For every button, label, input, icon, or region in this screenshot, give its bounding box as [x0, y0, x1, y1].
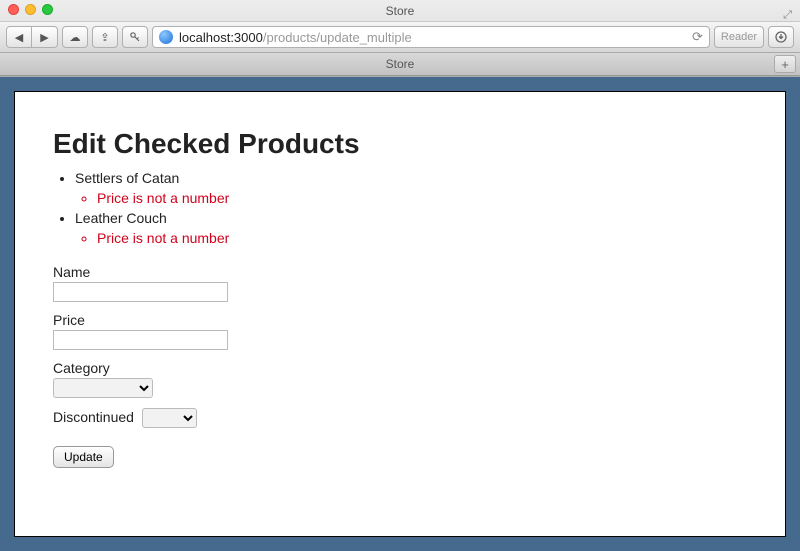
close-window-button[interactable]	[8, 4, 19, 15]
window-title: Store	[386, 4, 415, 18]
forward-button[interactable]: ▶	[32, 26, 58, 48]
back-button[interactable]: ◀	[6, 26, 32, 48]
zoom-window-button[interactable]	[42, 4, 53, 15]
url-port: :3000	[230, 30, 263, 45]
reader-button[interactable]: Reader	[714, 26, 764, 48]
downloads-button[interactable]	[768, 26, 794, 48]
share-button[interactable]: ⇪	[92, 26, 118, 48]
category-select[interactable]	[53, 378, 153, 398]
error-message: Price is not a number	[97, 190, 747, 206]
icloud-button[interactable]: ☁︎	[62, 26, 88, 48]
reload-button[interactable]: ⟳	[692, 29, 703, 45]
key-icon	[130, 32, 140, 42]
error-item: Leather Couch Price is not a number	[75, 210, 747, 246]
url-host: localhost	[179, 30, 230, 45]
error-product-name: Leather Couch	[75, 210, 167, 226]
traffic-lights	[8, 4, 53, 15]
name-field: Name	[53, 264, 747, 302]
error-product-name: Settlers of Catan	[75, 170, 179, 186]
lock-button[interactable]	[122, 26, 148, 48]
page-content: Edit Checked Products Settlers of Catan …	[14, 91, 786, 537]
discontinued-label: Discontinued	[53, 409, 134, 425]
site-icon	[159, 30, 173, 44]
discontinued-field: Discontinued	[53, 408, 747, 428]
update-button[interactable]: Update	[53, 446, 114, 468]
window-titlebar: Store ⤢	[0, 0, 800, 22]
price-input[interactable]	[53, 330, 228, 350]
page-heading: Edit Checked Products	[53, 128, 747, 160]
error-item: Settlers of Catan Price is not a number	[75, 170, 747, 206]
error-list: Settlers of Catan Price is not a number …	[53, 170, 747, 246]
browser-tabbar: Store +	[0, 52, 800, 76]
discontinued-select[interactable]	[142, 408, 197, 428]
price-label: Price	[53, 312, 747, 328]
url-path: /products/update_multiple	[263, 30, 412, 45]
category-label: Category	[53, 360, 747, 376]
name-label: Name	[53, 264, 747, 280]
category-field: Category	[53, 360, 747, 398]
browser-chrome: Store ⤢ ◀ ▶ ☁︎ ⇪ localhost:3000/products…	[0, 0, 800, 77]
browser-viewport: Edit Checked Products Settlers of Catan …	[0, 77, 800, 551]
tab-title[interactable]: Store	[386, 57, 415, 71]
new-tab-button[interactable]: +	[774, 55, 796, 73]
minimize-window-button[interactable]	[25, 4, 36, 15]
name-input[interactable]	[53, 282, 228, 302]
download-icon	[775, 31, 787, 43]
address-bar[interactable]: localhost:3000/products/update_multiple …	[152, 26, 710, 48]
fullscreen-icon[interactable]: ⤢	[781, 4, 794, 17]
price-field: Price	[53, 312, 747, 350]
error-message: Price is not a number	[97, 230, 747, 246]
browser-toolbar: ◀ ▶ ☁︎ ⇪ localhost:3000/products/update_…	[0, 22, 800, 52]
